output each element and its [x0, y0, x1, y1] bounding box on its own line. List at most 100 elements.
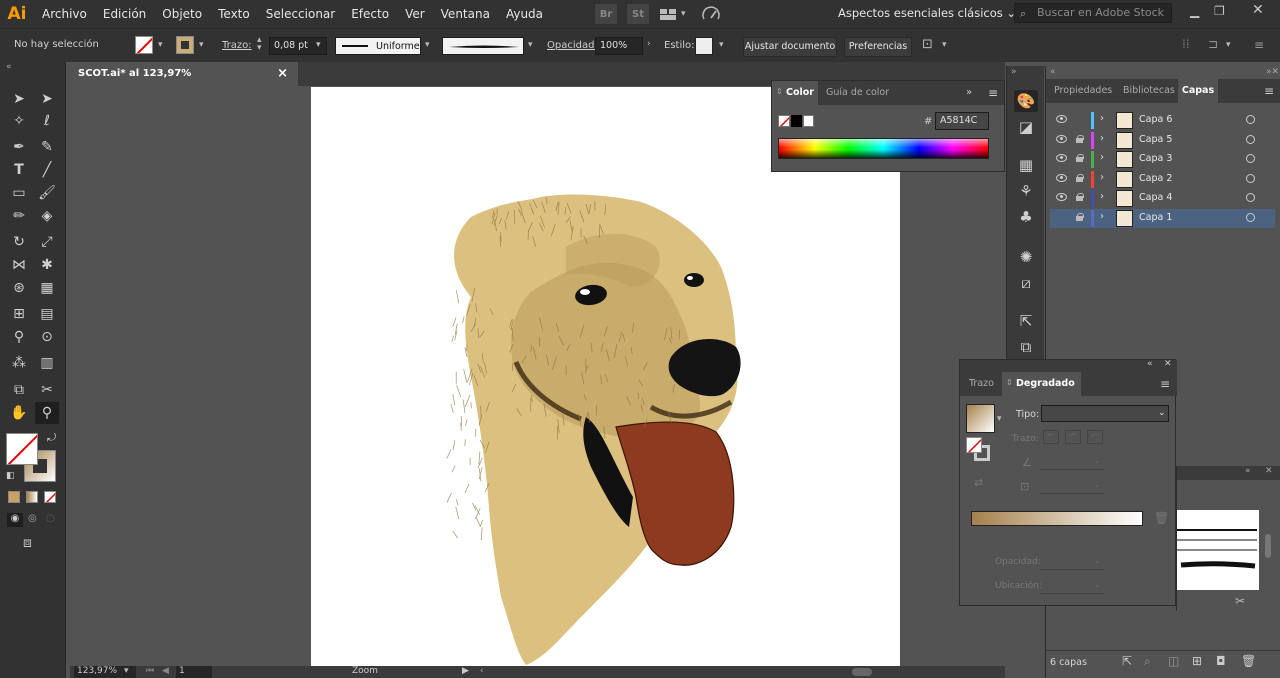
- graphic-style-swatch[interactable]: [695, 37, 713, 55]
- draw-behind-icon[interactable]: ◎: [28, 513, 37, 524]
- symbols-icon[interactable]: ♣: [1014, 206, 1038, 228]
- hex-field[interactable]: A5814C: [935, 112, 989, 130]
- gradient-type-select[interactable]: [1041, 405, 1169, 422]
- menu-ayuda[interactable]: Ayuda: [498, 7, 551, 21]
- eraser-tool-icon[interactable]: ◈: [35, 205, 59, 227]
- layer-name[interactable]: Capa 2: [1139, 173, 1172, 184]
- menu-texto[interactable]: Texto: [210, 7, 258, 21]
- menu-ver[interactable]: Ver: [397, 7, 433, 21]
- layer-row[interactable]: › Capa 5: [1050, 131, 1275, 150]
- layer-row[interactable]: › Capa 4: [1050, 189, 1275, 208]
- color-guide-icon[interactable]: ◪: [1014, 116, 1038, 138]
- layer-target-icon[interactable]: [1246, 213, 1255, 222]
- stock-icon[interactable]: St: [627, 4, 650, 24]
- layer-name[interactable]: Capa 4: [1139, 192, 1172, 203]
- gpu-performance-icon[interactable]: [700, 4, 722, 24]
- perspective-grid-tool-icon[interactable]: ▦: [35, 277, 59, 299]
- lock-toggle[interactable]: [1074, 113, 1086, 127]
- rectangle-tool-icon[interactable]: ▭: [7, 182, 31, 204]
- collect-export-icon[interactable]: ⇱: [1122, 654, 1132, 668]
- collapse-panel-icon[interactable]: «: [1147, 359, 1153, 369]
- width-tool-icon[interactable]: ⋈: [7, 254, 31, 276]
- distribute-icon[interactable]: ⊐: [1208, 37, 1218, 51]
- artboard-tool-icon[interactable]: ⧉: [7, 379, 31, 401]
- close-panel-icon[interactable]: ✕: [1164, 359, 1172, 369]
- close-window-button[interactable]: ✕: [1252, 2, 1264, 18]
- swap-fill-stroke-icon[interactable]: ⤾: [47, 431, 56, 445]
- chevron-down-icon[interactable]: ▾: [528, 40, 533, 50]
- selection-tool-icon[interactable]: ➤: [7, 88, 31, 110]
- close-document-icon[interactable]: ×: [277, 62, 288, 86]
- document-tab[interactable]: SCOT.ai* al 123,97% (RGB/Previsualizar) …: [70, 62, 298, 103]
- horizontal-scrollbar-thumb[interactable]: [852, 668, 872, 676]
- scale-tool-icon[interactable]: ⤢: [35, 231, 59, 253]
- gradient-thumbnail[interactable]: [966, 404, 995, 433]
- slice-tool-icon[interactable]: ✂: [35, 379, 59, 401]
- rotate-tool-icon[interactable]: ↻: [7, 231, 31, 253]
- lock-icon[interactable]: [1076, 193, 1084, 202]
- close-panel-icon[interactable]: ✕: [1265, 466, 1273, 476]
- symbol-sprayer-tool-icon[interactable]: ⁂: [7, 352, 31, 374]
- chevron-down-icon[interactable]: ⌄: [1158, 408, 1166, 418]
- stepper-icon[interactable]: ▴ ▾: [257, 36, 262, 53]
- artboard-number-field[interactable]: 1: [176, 666, 212, 678]
- shape-builder-tool-icon[interactable]: ⊛: [7, 277, 31, 299]
- color-panel-icon[interactable]: 🎨: [1014, 90, 1038, 112]
- layer-name[interactable]: Capa 1: [1139, 212, 1172, 223]
- chevron-right-icon[interactable]: ›: [647, 39, 651, 49]
- previous-artboard-icon[interactable]: ◀: [162, 666, 169, 676]
- screen-mode-icon[interactable]: ⧈: [23, 535, 32, 551]
- new-sublayer-icon[interactable]: ⊞: [1192, 654, 1202, 668]
- layer-target-icon[interactable]: [1246, 193, 1255, 203]
- chevron-down-icon[interactable]: ▾: [158, 40, 163, 50]
- chevron-right-icon[interactable]: ›: [1100, 191, 1104, 202]
- mesh-tool-icon[interactable]: ⊞: [7, 303, 31, 325]
- export-icon[interactable]: ⇱: [1014, 310, 1038, 332]
- menu-objeto[interactable]: Objeto: [154, 7, 210, 21]
- chevron-right-icon[interactable]: ›: [1100, 152, 1104, 163]
- visibility-icon[interactable]: [1056, 193, 1067, 202]
- brush-preview[interactable]: [1177, 510, 1259, 590]
- layer-row[interactable]: › Capa 6: [1050, 111, 1275, 130]
- collapse-dock-icon[interactable]: »: [1011, 67, 1017, 77]
- menu-seleccionar[interactable]: Seleccionar: [258, 7, 343, 21]
- lock-icon[interactable]: [1076, 213, 1084, 221]
- default-fill-stroke-icon[interactable]: ◧: [6, 471, 15, 481]
- fill-swatch[interactable]: [135, 36, 153, 54]
- chevron-down-icon[interactable]: ▾: [997, 414, 1002, 424]
- chevron-down-icon[interactable]: ▾: [719, 40, 724, 50]
- lock-icon[interactable]: [1076, 134, 1084, 143]
- type-tool-icon[interactable]: T: [7, 159, 31, 181]
- opacity-field[interactable]: 100%: [595, 37, 643, 55]
- gradient-mode-icon[interactable]: [26, 491, 38, 503]
- arrange-documents-icon[interactable]: [657, 4, 679, 24]
- preferences-button[interactable]: Preferencias: [844, 37, 912, 57]
- tab-stroke[interactable]: Trazo: [969, 372, 994, 396]
- visibility-icon[interactable]: [1056, 134, 1067, 143]
- brushes-icon[interactable]: ⚘: [1014, 180, 1038, 202]
- eyedropper-tool-icon[interactable]: ⚲: [7, 326, 31, 348]
- tab-color-guide[interactable]: Guía de color: [826, 81, 889, 105]
- brush-scrollbar[interactable]: [1265, 534, 1271, 558]
- curvature-tool-icon[interactable]: ✎: [35, 136, 59, 158]
- restore-button[interactable]: ❐: [1214, 4, 1225, 18]
- delete-layer-icon[interactable]: 🗑: [1241, 654, 1256, 668]
- draw-inside-icon[interactable]: ◌: [46, 513, 55, 524]
- chevron-down-icon[interactable]: ▾: [199, 40, 204, 50]
- collapse-panels-icon[interactable]: «: [1050, 67, 1056, 77]
- layer-row[interactable]: › Capa 3: [1050, 150, 1275, 169]
- stroke-profile-select[interactable]: Uniforme: [335, 37, 421, 55]
- collapse-panel-icon[interactable]: «: [1245, 466, 1251, 476]
- appearance-icon[interactable]: ✺: [1014, 246, 1038, 268]
- none-swatch[interactable]: [778, 115, 790, 127]
- panel-menu-icon[interactable]: ≡: [1160, 377, 1170, 391]
- visibility-icon[interactable]: [1056, 173, 1067, 182]
- close-panels-icon[interactable]: »✕: [1266, 67, 1279, 77]
- paintbrush-tool-icon[interactable]: 🖌: [35, 182, 59, 204]
- layer-target-icon[interactable]: [1246, 154, 1255, 164]
- chevron-down-icon[interactable]: ▾: [124, 666, 129, 676]
- visibility-icon[interactable]: [1056, 154, 1067, 163]
- panel-menu-icon[interactable]: ≡: [988, 86, 998, 100]
- next-artboard-icon[interactable]: ▶: [462, 666, 469, 676]
- align-icon[interactable]: ⁞⁞: [1182, 37, 1190, 51]
